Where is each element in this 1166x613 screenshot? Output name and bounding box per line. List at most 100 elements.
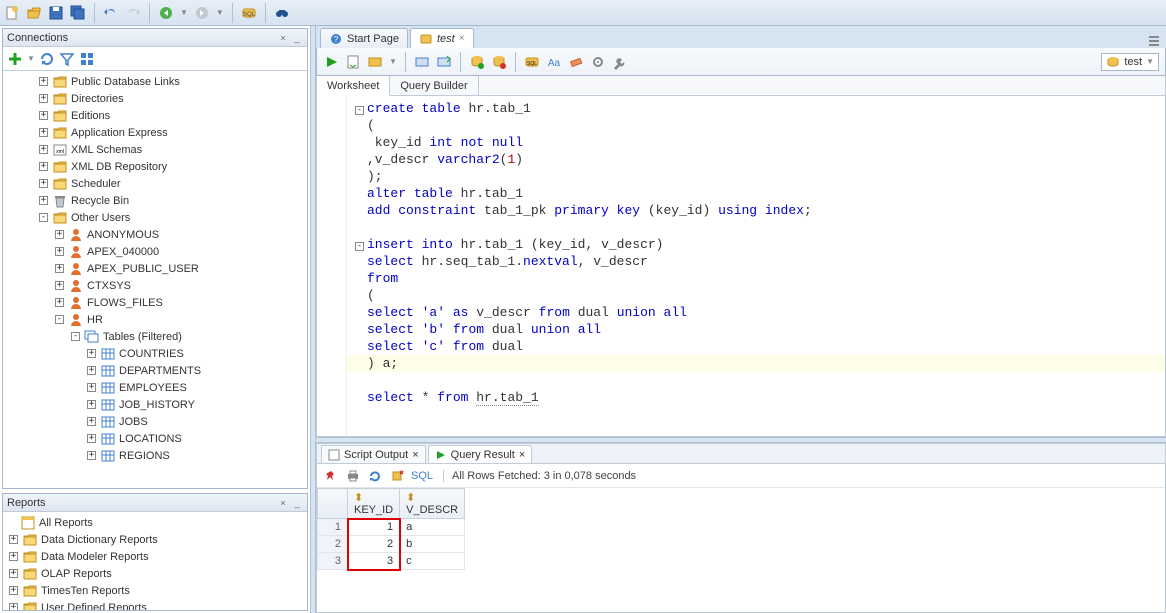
tree-item[interactable]: +Scheduler <box>3 175 307 192</box>
pin-icon[interactable] <box>323 468 339 484</box>
tree-expander[interactable]: - <box>55 315 64 324</box>
sql-link[interactable]: SQL <box>411 470 433 482</box>
tree-item[interactable]: +Recycle Bin <box>3 192 307 209</box>
run-script-icon[interactable] <box>345 54 361 70</box>
tab-script-output[interactable]: Script Output × <box>321 445 426 463</box>
panel-close-icon[interactable]: × <box>277 32 289 44</box>
commit-icon[interactable] <box>436 54 452 70</box>
tree-expander[interactable]: + <box>9 535 18 544</box>
tree-item[interactable]: +APEX_040000 <box>3 243 307 260</box>
tree-item[interactable]: +Application Express <box>3 124 307 141</box>
tree-item[interactable]: +Directories <box>3 90 307 107</box>
connections-tree[interactable]: +Public Database Links+Directories+Editi… <box>3 71 307 488</box>
tree-expander[interactable]: + <box>9 603 18 610</box>
tree-item[interactable]: +CTXSYS <box>3 277 307 294</box>
explain-icon[interactable] <box>367 54 383 70</box>
tree-item[interactable]: +Data Modeler Reports <box>3 548 307 565</box>
tree-item[interactable]: +Editions <box>3 107 307 124</box>
tree-expander[interactable]: + <box>39 196 48 205</box>
tree-expander[interactable]: + <box>55 264 64 273</box>
panel-min-icon[interactable]: _ <box>291 32 303 44</box>
wrench-icon[interactable] <box>612 54 628 70</box>
sql-format-icon[interactable]: SQL <box>524 54 540 70</box>
tree-item[interactable]: +COUNTRIES <box>3 345 307 362</box>
eraser-icon[interactable] <box>568 54 584 70</box>
tab-worksheet[interactable]: Worksheet <box>317 76 390 96</box>
case-icon[interactable]: Aa <box>546 54 562 70</box>
tree-expander[interactable]: + <box>9 569 18 578</box>
table-row[interactable]: 33c <box>318 553 465 570</box>
tree-item[interactable]: +OLAP Reports <box>3 565 307 582</box>
table-row[interactable]: 22b <box>318 536 465 553</box>
close-icon[interactable]: × <box>459 33 465 44</box>
tree-expander[interactable]: + <box>87 434 96 443</box>
code-editor[interactable]: -create table hr.tab_1( key_id int not n… <box>316 96 1166 437</box>
tree-expander[interactable]: + <box>87 417 96 426</box>
tree-item[interactable]: +EMPLOYEES <box>3 379 307 396</box>
tree-expander[interactable]: + <box>9 586 18 595</box>
tree-item[interactable]: -Tables (Filtered) <box>3 328 307 345</box>
tree-expander[interactable]: + <box>87 400 96 409</box>
autotrace-icon[interactable] <box>414 54 430 70</box>
table-row[interactable]: 11a <box>318 519 465 536</box>
tree-item[interactable]: +JOB_HISTORY <box>3 396 307 413</box>
tree-item[interactable]: All Reports <box>3 514 307 531</box>
tree-item[interactable]: +XML DB Repository <box>3 158 307 175</box>
forward-icon[interactable] <box>194 5 210 21</box>
tree-expander[interactable]: + <box>39 94 48 103</box>
tab-test[interactable]: test × <box>410 28 474 48</box>
tree-item[interactable]: +APEX_PUBLIC_USER <box>3 260 307 277</box>
undo-icon[interactable] <box>103 5 119 21</box>
tree-item[interactable]: +Data Dictionary Reports <box>3 531 307 548</box>
tree-expander[interactable]: + <box>87 383 96 392</box>
new-connection-icon[interactable] <box>7 51 23 67</box>
tree-expander[interactable]: + <box>39 128 48 137</box>
tree-item[interactable]: -Other Users <box>3 209 307 226</box>
refresh-icon[interactable] <box>39 51 55 67</box>
tree-expander[interactable]: + <box>87 349 96 358</box>
db-rollback-icon[interactable] <box>491 54 507 70</box>
tree-expander[interactable]: - <box>39 213 48 222</box>
new-file-icon[interactable] <box>4 5 20 21</box>
close-icon[interactable]: × <box>412 449 418 461</box>
save-all-icon[interactable] <box>70 5 86 21</box>
tree-item[interactable]: +xmlXML Schemas <box>3 141 307 158</box>
run-icon[interactable] <box>323 54 339 70</box>
tree-item[interactable]: +TimesTen Reports <box>3 582 307 599</box>
tree-item[interactable]: +User Defined Reports <box>3 599 307 610</box>
binoculars-icon[interactable] <box>274 5 290 21</box>
tab-query-builder[interactable]: Query Builder <box>390 76 478 95</box>
sql-icon[interactable]: SQL <box>241 5 257 21</box>
open-icon[interactable] <box>26 5 42 21</box>
close-icon[interactable]: × <box>519 449 525 461</box>
panel-close-icon[interactable]: × <box>277 497 289 509</box>
tree-expander[interactable]: + <box>39 111 48 120</box>
tree-expander[interactable]: + <box>39 162 48 171</box>
tree-item[interactable]: +DEPARTMENTS <box>3 362 307 379</box>
tab-start-page[interactable]: ? Start Page <box>320 28 408 48</box>
tree-expander[interactable]: + <box>87 366 96 375</box>
tree-item[interactable]: +REGIONS <box>3 447 307 464</box>
tree-expander[interactable]: + <box>9 552 18 561</box>
print-icon[interactable] <box>345 468 361 484</box>
tree-expander[interactable]: + <box>87 451 96 460</box>
reports-tree[interactable]: All Reports+Data Dictionary Reports+Data… <box>3 512 307 610</box>
expand-icon[interactable] <box>79 51 95 67</box>
tree-item[interactable]: +ANONYMOUS <box>3 226 307 243</box>
tree-expander[interactable]: + <box>39 145 48 154</box>
tab-query-result[interactable]: Query Result × <box>428 445 533 463</box>
tree-item[interactable]: +Public Database Links <box>3 73 307 90</box>
tree-item[interactable]: +LOCATIONS <box>3 430 307 447</box>
tree-expander[interactable]: + <box>39 77 48 86</box>
tree-expander[interactable]: - <box>71 332 80 341</box>
schema-dropdown[interactable]: test ▼ <box>1101 53 1159 71</box>
tree-expander[interactable]: + <box>55 230 64 239</box>
filter-icon[interactable] <box>59 51 75 67</box>
back-icon[interactable] <box>158 5 174 21</box>
refresh-result-icon[interactable] <box>367 468 383 484</box>
tree-expander[interactable]: + <box>55 247 64 256</box>
tree-item[interactable]: +JOBS <box>3 413 307 430</box>
panel-min-icon[interactable]: _ <box>291 497 303 509</box>
tree-expander[interactable]: + <box>55 281 64 290</box>
tree-item[interactable]: +FLOWS_FILES <box>3 294 307 311</box>
